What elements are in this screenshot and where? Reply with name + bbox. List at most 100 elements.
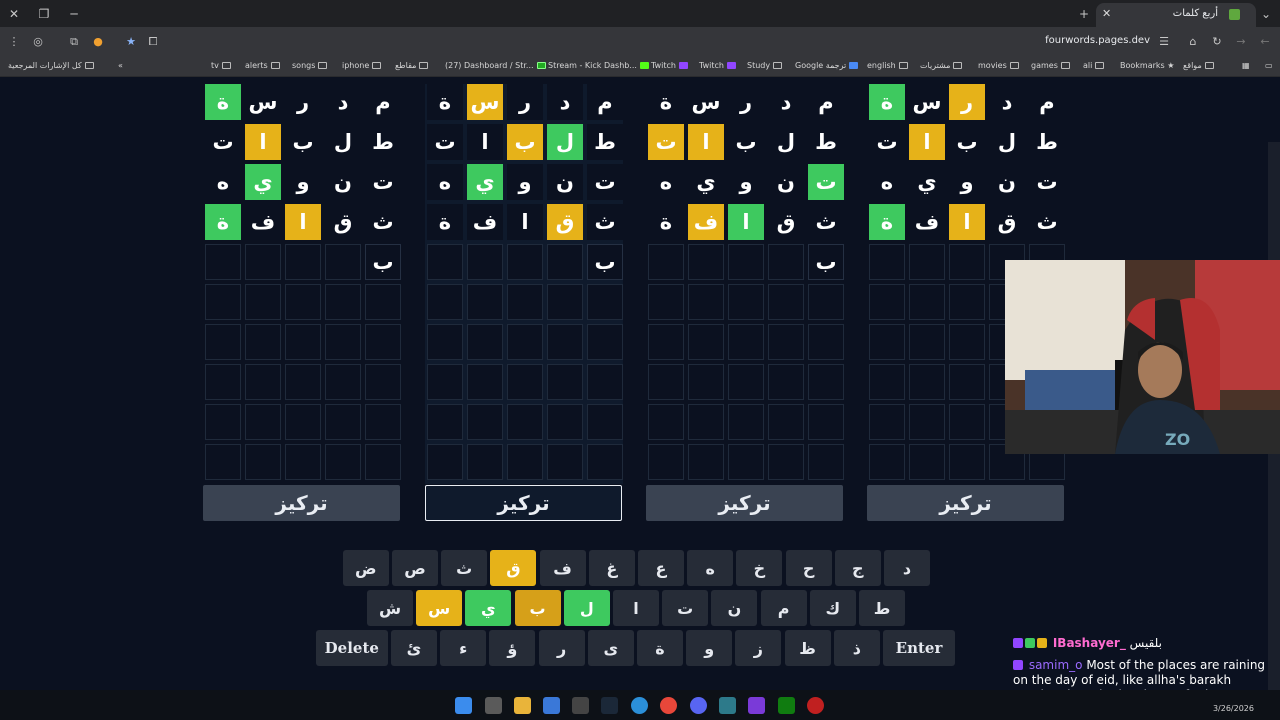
letter-key[interactable]: ط [859,590,905,626]
letter-key[interactable]: ء [440,630,487,666]
chrome-icon[interactable] [660,697,677,714]
letter-key[interactable]: ز [735,630,782,666]
letter-key[interactable]: د [884,550,930,586]
bookmark-star-icon[interactable]: ★ [123,34,139,50]
letter-key[interactable]: ن [711,590,758,626]
bookmark-kick[interactable]: Stream - Kick Dashb... [548,61,649,70]
close-window-icon[interactable]: ✕ [4,4,24,24]
site-settings-icon[interactable]: ☰ [1156,34,1172,50]
letter-key[interactable]: ش [367,590,413,626]
letter-key[interactable]: ئ [391,630,437,666]
menu-dots-icon[interactable]: ⋮ [6,34,22,50]
file-explorer-icon[interactable] [514,697,531,714]
app-icon[interactable] [748,697,765,714]
apps-grid-icon[interactable]: ▦ [1242,61,1250,70]
letter-key[interactable]: ض [342,550,389,586]
focus-button[interactable]: تركيز [867,485,1064,521]
app-icon[interactable] [719,697,736,714]
letter-key[interactable]: ظ [784,630,831,666]
bookmark-songs[interactable]: songs [292,61,328,70]
bookmark-study[interactable]: Study [747,61,783,70]
bookmark-google-translate[interactable]: Google ترجمة [795,61,859,70]
terminal-icon[interactable] [572,697,589,714]
start-icon[interactable] [455,697,472,714]
reload-icon[interactable]: ↻ [1209,34,1225,50]
forward-icon[interactable]: → [1233,34,1249,50]
letter-key[interactable]: ؤ [489,630,536,666]
bookmark-twitch-2[interactable]: Twitch [699,61,736,70]
extensions-icon[interactable]: ⧉ [66,34,82,50]
letter-tile: ن [989,164,1025,200]
bookmark-dashboard[interactable]: (27) Dashboard / Str... [445,61,546,70]
focus-button[interactable]: تركيز [646,485,843,521]
letter-key[interactable]: ص [392,550,438,586]
bookmark-bookmarks[interactable]: Bookmarks ★ [1120,61,1174,70]
letter-key[interactable]: م [760,590,807,626]
reading-list-icon[interactable]: ▭ [1265,61,1273,70]
edge-icon[interactable] [631,697,648,714]
letter-key[interactable]: ع [638,550,684,586]
letter-tile [547,404,583,440]
url-field[interactable]: fourwords.pages.dev [1045,35,1150,46]
store-icon[interactable] [543,697,560,714]
letter-key[interactable]: و [686,630,733,666]
tab-close-icon[interactable]: ✕ [1102,7,1111,20]
discord-icon[interactable] [690,697,707,714]
extension-icon[interactable]: ● [90,34,106,50]
letter-key[interactable]: ث [441,550,488,586]
bookmark-iphone[interactable]: iphone [342,61,382,70]
enter-key[interactable]: Enter [883,630,955,666]
bookmark-twitch-1[interactable]: Twitch [651,61,688,70]
new-tab-icon[interactable]: + [1074,4,1094,24]
bookmark-tv[interactable]: tv [211,61,231,70]
xbox-icon[interactable] [778,697,795,714]
all-bookmarks-folder[interactable]: كل الإشارات المرجعية [8,61,94,70]
profile-icon[interactable]: ◎ [30,34,46,50]
home-icon[interactable]: ⌂ [1185,34,1201,50]
tab-search-icon[interactable]: ⌄ [1256,4,1276,24]
letter-key[interactable]: ك [809,590,856,626]
letter-key[interactable]: ف [539,550,586,586]
minimize-window-icon[interactable]: ─ [64,4,84,24]
restore-window-icon[interactable]: ❐ [34,4,54,24]
letter-tile: ا [688,124,724,160]
letter-key[interactable]: ا [613,590,659,626]
bookmark-clips[interactable]: مقاطع [395,61,429,70]
focus-button[interactable]: تركيز [203,485,400,521]
letter-key[interactable]: ر [538,630,585,666]
letter-key[interactable]: غ [588,550,635,586]
bookmark-movies[interactable]: movies [978,61,1019,70]
bookmark-alerts[interactable]: alerts [245,61,280,70]
bookmark-games[interactable]: games [1031,61,1070,70]
letter-key[interactable]: ة [637,630,683,666]
letter-key[interactable]: ه [687,550,734,586]
delete-key[interactable]: Delete [315,630,388,666]
letter-tile [427,244,463,280]
letter-key[interactable]: ى [587,630,634,666]
letter-key[interactable]: ذ [833,630,880,666]
letter-key[interactable]: ت [662,590,709,626]
recording-icon[interactable] [807,697,824,714]
bookmark-sites[interactable]: مواقع [1183,61,1214,70]
bookmarks-overflow-icon[interactable]: « [118,61,123,70]
bookmark-english[interactable]: english [867,61,908,70]
letter-tile [909,364,945,400]
letter-key[interactable]: ق [490,550,537,586]
back-icon[interactable]: ← [1257,34,1273,50]
letter-tile [467,284,503,320]
letter-key[interactable]: ج [834,550,881,586]
letter-tile: ب [587,244,623,280]
letter-key[interactable]: خ [736,550,783,586]
task-view-icon[interactable] [485,697,502,714]
letter-key[interactable]: ل [563,590,610,626]
share-icon[interactable]: ⧠ [145,34,161,50]
letter-key[interactable]: ب [514,590,561,626]
browser-tab[interactable]: ✕ أربع كلمات [1096,3,1256,27]
steam-icon[interactable] [601,697,618,714]
focus-button[interactable]: تركيز [425,485,622,521]
letter-key[interactable]: س [416,590,463,626]
letter-key[interactable]: ي [465,590,512,626]
letter-key[interactable]: ح [785,550,832,586]
bookmark-purchases[interactable]: مشتريات [920,61,963,70]
bookmark-ali[interactable]: ali [1083,61,1105,70]
